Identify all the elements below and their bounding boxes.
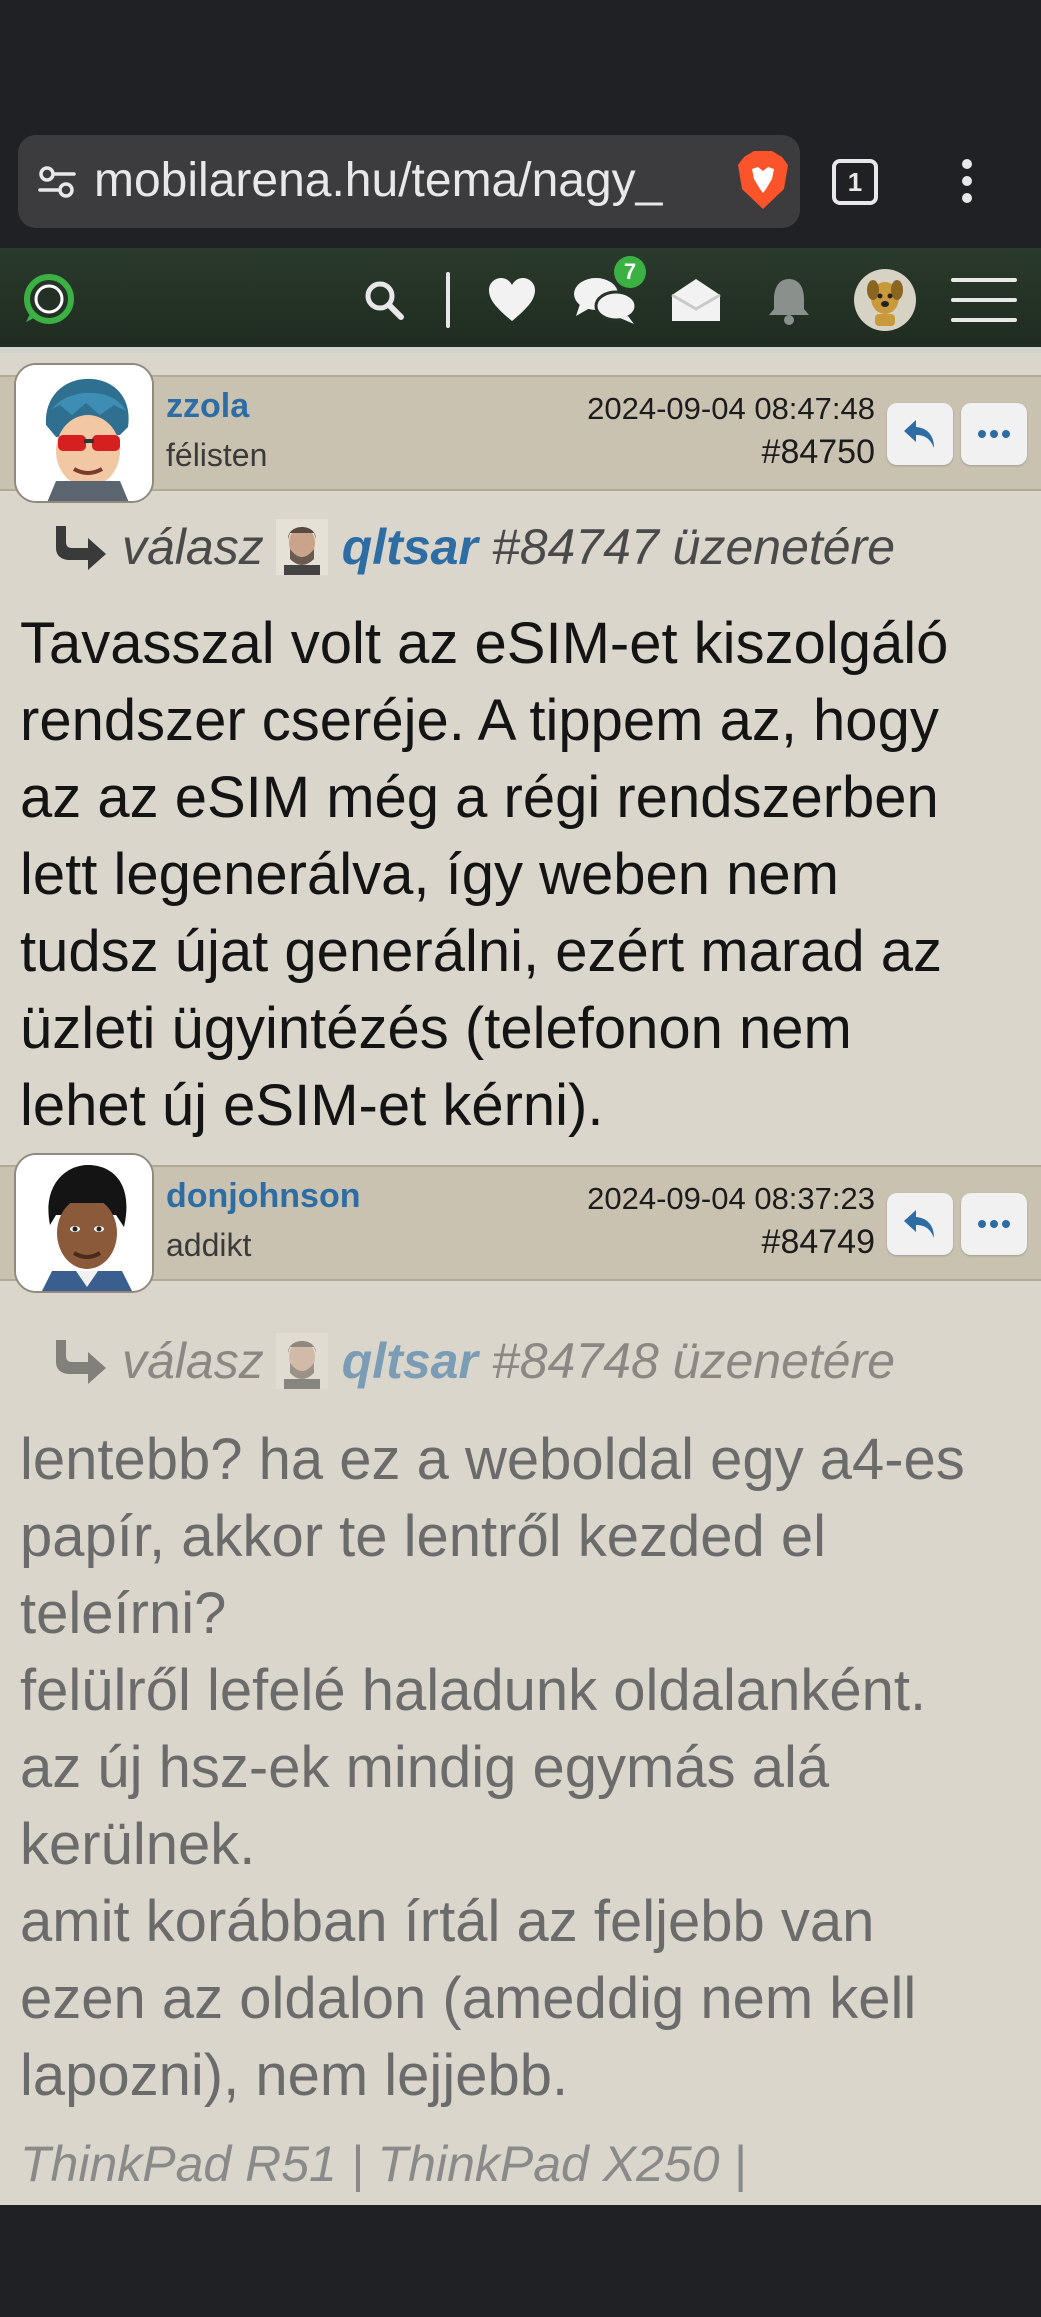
thread-content[interactable]: zzola félisten 2024-09-04 08:47:48 #8475…: [0, 353, 1041, 2205]
browser-menu-icon[interactable]: [952, 155, 982, 209]
reply-icon: [904, 1210, 934, 1238]
system-navigation-bar: [0, 2205, 1041, 2317]
logo-icon[interactable]: [18, 270, 78, 330]
mini-avatar: [275, 1333, 328, 1389]
post-rank: addikt: [166, 1227, 252, 1263]
heart-icon[interactable]: [484, 270, 540, 330]
post-date: 2024-09-04 08:37:23: [587, 1181, 875, 1216]
site-header: 7: [0, 248, 1041, 353]
post-body: lentebb? ha ez a weboldal egy a4-es papí…: [20, 1427, 965, 2108]
reply-reference[interactable]: válasz qltsar #84748 üzenetére: [48, 1328, 895, 1394]
chat-notification-badge: 7: [614, 256, 646, 288]
site-settings-icon[interactable]: [38, 163, 76, 201]
reply-username[interactable]: qltsar: [342, 1332, 478, 1390]
header-divider: [446, 272, 450, 328]
ellipsis-icon: [978, 1220, 1010, 1228]
post-number[interactable]: #84749: [762, 1223, 875, 1262]
post-body: Tavasszal volt az eSIM-et kiszolgáló ren…: [20, 611, 949, 1138]
reply-suffix: #84748 üzenetére: [491, 1333, 896, 1389]
reply-prefix: válasz: [122, 1333, 264, 1389]
more-options-button[interactable]: [961, 1193, 1027, 1255]
bell-icon[interactable]: [762, 270, 816, 330]
avatar[interactable]: [14, 1153, 154, 1293]
user-avatar-icon[interactable]: [852, 269, 918, 331]
status-bar: [0, 0, 1041, 135]
brave-shield-icon[interactable]: [736, 149, 790, 211]
url-text[interactable]: mobilarena.hu/tema/nagy_: [94, 153, 714, 209]
browser-toolbar: mobilarena.hu/tema/nagy_ 1: [0, 135, 1041, 248]
reply-button[interactable]: [887, 1193, 953, 1255]
post-signature[interactable]: ThinkPad R51 | ThinkPad X250 |: [20, 2135, 746, 2193]
menu-icon[interactable]: [948, 270, 1020, 330]
tab-switcher-button[interactable]: 1: [832, 159, 878, 205]
screen: mobilarena.hu/tema/nagy_ 1 7 zzola félis…: [0, 0, 1041, 2317]
mail-icon[interactable]: [668, 270, 724, 330]
address-bar[interactable]: mobilarena.hu/tema/nagy_: [18, 135, 800, 228]
post-header: donjohnson addikt 2024-09-04 08:37:23 #8…: [0, 1153, 1041, 1293]
post-username[interactable]: donjohnson: [166, 1177, 361, 1216]
reply-arrow-icon: [56, 1340, 106, 1384]
search-icon[interactable]: [356, 270, 412, 330]
